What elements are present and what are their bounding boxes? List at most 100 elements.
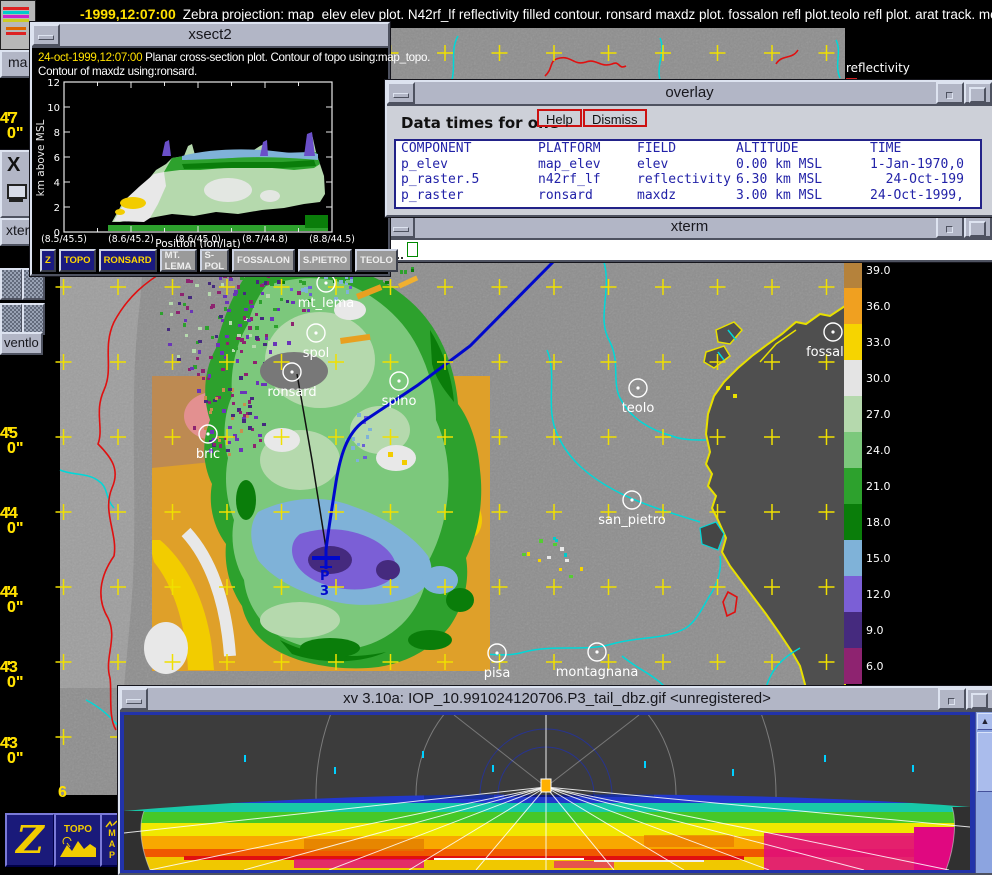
svg-text:mt_lema: mt_lema	[298, 296, 355, 311]
p3-tail-radar-image	[124, 715, 970, 870]
xsect2-contours	[108, 132, 328, 231]
eventlog-title-fragment[interactable]: ventlo	[0, 332, 43, 355]
svg-text:4: 4	[54, 178, 60, 189]
svg-text:(8.6/45.2): (8.6/45.2)	[108, 234, 154, 245]
svg-text:montagnana: montagnana	[556, 665, 639, 680]
monitor-icon	[7, 184, 27, 199]
svg-text:15.0: 15.0	[866, 552, 891, 565]
xv-window[interactable]: xv 3.10a: IOP_10.991024120706.P3_tail_db…	[118, 686, 992, 875]
scan-origin-marker	[541, 779, 551, 792]
menu-icon[interactable]	[936, 82, 964, 104]
xsect2-window[interactable]: xsect2 24-oct-1999,12:07:00 Planar cross…	[30, 22, 390, 276]
svg-text:6.0: 6.0	[866, 660, 884, 673]
menu-icon[interactable]	[936, 216, 964, 238]
table-row: p_rasterronsardmaxdz3.00 km MSL24-Oct-19…	[396, 188, 980, 204]
svg-text:8: 8	[54, 128, 60, 139]
scroll-up-icon[interactable]: ▲	[977, 713, 992, 730]
xsect2-platform-button-ronsard[interactable]: RONSARD	[99, 249, 157, 272]
svg-text:18.0: 18.0	[866, 516, 891, 529]
iconified-window[interactable]	[0, 268, 23, 300]
xterm-titlebar[interactable]: xterm	[387, 216, 992, 240]
xsect2-plot[interactable]: 121086420(8.5/45.5)(8.6/45.2)(8.6/45.0)(…	[32, 78, 388, 248]
icon-stripe-orange	[6, 27, 26, 30]
icon-stripe-cyan	[3, 11, 29, 14]
svg-text:km above MSL: km above MSL	[35, 119, 47, 196]
svg-text:bric: bric	[196, 447, 220, 462]
table-row: p_elevmap_elevelev0.00 km MSL1-Jan-1970,…	[396, 157, 980, 173]
maximize-icon[interactable]	[966, 688, 992, 710]
icon-stripe-yellow	[3, 19, 29, 22]
xv-scrollbar[interactable]: ▲	[975, 712, 992, 873]
svg-text:24.0: 24.0	[866, 444, 891, 457]
svg-text:(8.8/44.5): (8.8/44.5)	[309, 234, 355, 245]
xsect2-platform-button-s-pietro[interactable]: S.PIETRO	[298, 249, 352, 272]
icon-stripe-red	[3, 7, 29, 10]
svg-text:pisa: pisa	[484, 666, 511, 681]
icon-stripe-magenta	[3, 15, 29, 18]
maximize-icon[interactable]	[964, 82, 992, 104]
xsect2-platform-button-teolo[interactable]: TEOLO	[355, 249, 398, 272]
icon-stripe-red2	[6, 32, 26, 35]
help-button[interactable]: Help	[537, 109, 582, 127]
terminal-area[interactable]	[387, 240, 992, 260]
zebra-menu-button[interactable]: Z	[5, 813, 55, 867]
xv-image-area[interactable]: ▲	[120, 712, 992, 873]
svg-text:39.0: 39.0	[866, 264, 891, 277]
topo-label: TOPO	[64, 824, 92, 835]
iconified-windows[interactable]	[0, 268, 41, 335]
svg-text:reflectivity: reflectivity	[846, 61, 910, 75]
iconified-window[interactable]	[22, 303, 45, 335]
overlay-window[interactable]: overlay Data times for one Help Dismiss …	[385, 80, 992, 217]
frame-counter: 6	[58, 784, 67, 802]
svg-text:spino: spino	[382, 394, 417, 409]
svg-text:21.0: 21.0	[866, 480, 891, 493]
maximize-icon[interactable]	[964, 216, 992, 238]
svg-text:P: P	[320, 569, 330, 584]
table-header-row: COMPONENTPLATFORMFIELDALTITUDETIME	[396, 141, 980, 157]
xsect2-header2: Contour of maxdz using:ronsard.	[38, 65, 197, 78]
svg-text:spol: spol	[303, 346, 330, 361]
svg-text:3: 3	[320, 584, 329, 599]
x-logo-icon: X	[7, 154, 20, 177]
overlay-caption: Data times for one	[401, 114, 559, 132]
mountain-icon	[60, 835, 96, 857]
svg-text:36.0: 36.0	[866, 300, 891, 313]
xsect2-platform-button-z[interactable]: Z	[40, 249, 56, 272]
xterm-window[interactable]: xterm	[385, 214, 992, 262]
monitor-base-icon	[9, 199, 23, 202]
zebra-z-logo: Z	[16, 820, 44, 860]
xsect2-titlebar[interactable]: xsect2	[32, 24, 388, 48]
svg-text:30.0: 30.0	[866, 372, 891, 385]
svg-text:2: 2	[54, 203, 60, 214]
iconified-window[interactable]	[0, 303, 23, 335]
status-time: -1999,12:07:00	[80, 6, 176, 22]
xsect2-platform-button-mt-lema[interactable]: MT. LEMA	[160, 249, 197, 272]
data-times-table: COMPONENTPLATFORMFIELDALTITUDETIMEp_elev…	[394, 139, 982, 209]
dismiss-button[interactable]: Dismiss	[583, 109, 647, 127]
table-row: p_raster.5n42rf_lfreflectivity6.30 km MS…	[396, 172, 980, 188]
window-title: xterm	[387, 218, 992, 235]
svg-text:6: 6	[54, 153, 60, 164]
svg-text:12.0: 12.0	[866, 588, 891, 601]
svg-text:san_pietro: san_pietro	[598, 513, 665, 528]
window-title: xsect2	[32, 26, 388, 43]
xsect2-platform-button-fossalon[interactable]: FOSSALON	[232, 249, 295, 272]
xterm-icon-window[interactable]: X	[0, 150, 34, 218]
svg-text:(8.5/45.5): (8.5/45.5)	[41, 234, 87, 245]
xsect2-platform-button-s-pol[interactable]: S-POL	[200, 249, 230, 272]
menu-icon[interactable]	[938, 688, 966, 710]
map-label: MAP	[105, 828, 119, 861]
scrollbar-thumb[interactable]	[977, 732, 992, 792]
overlay-titlebar[interactable]: overlay	[387, 82, 992, 106]
terminal-cursor	[407, 242, 418, 257]
window-title: xv 3.10a: IOP_10.991024120706.P3_tail_db…	[120, 690, 992, 707]
status-description: Zebra projection: map_elev elev plot. N4…	[183, 7, 992, 22]
window-title: overlay	[387, 84, 992, 101]
svg-text:27.0: 27.0	[866, 408, 891, 421]
svg-text:(8.7/44.8): (8.7/44.8)	[242, 234, 288, 245]
xsect2-platform-button-topo[interactable]: TOPO	[59, 249, 96, 272]
svg-text:teolo: teolo	[622, 401, 655, 416]
topo-button[interactable]: TOPO	[54, 813, 102, 867]
xv-titlebar[interactable]: xv 3.10a: IOP_10.991024120706.P3_tail_db…	[120, 688, 992, 712]
bird-icon	[105, 820, 119, 828]
